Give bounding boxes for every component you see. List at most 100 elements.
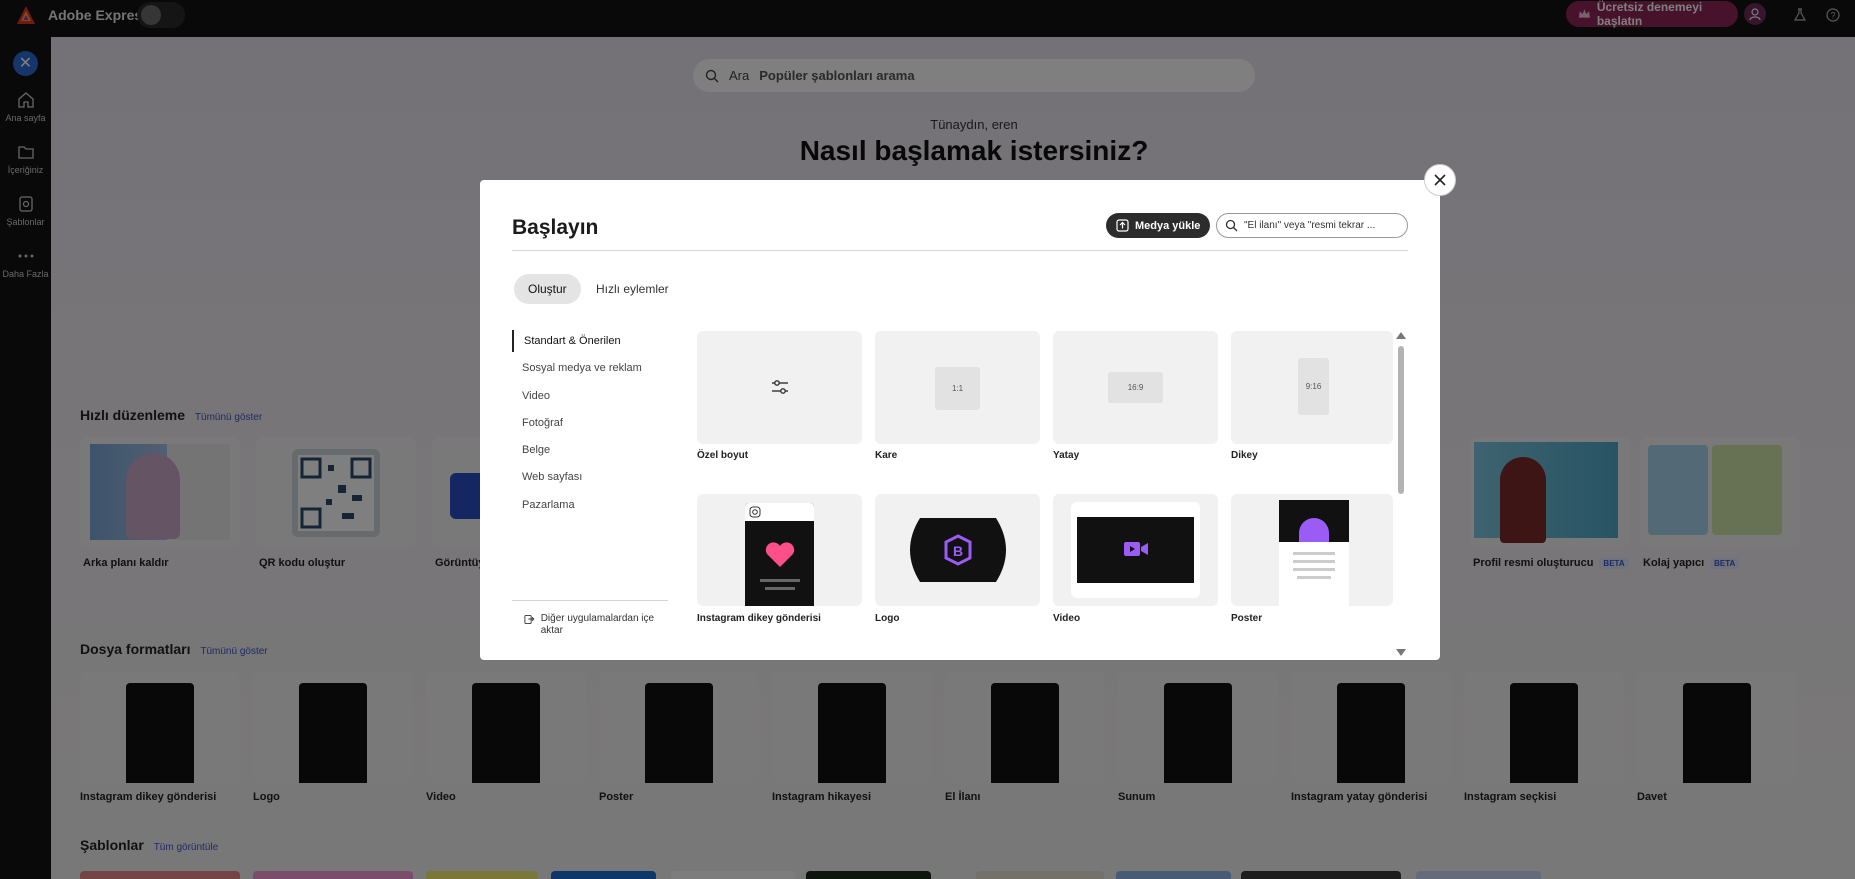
format-preview	[1337, 683, 1405, 783]
logo-badge-icon: B	[910, 518, 1006, 582]
tile-label: Logo	[875, 613, 900, 624]
start-trial-button[interactable]: Ücretsiz denemeyi başlatın	[1566, 0, 1738, 28]
video-tile[interactable]	[1053, 494, 1218, 606]
file-format-card[interactable]	[80, 671, 240, 783]
semicircle-shape	[1299, 518, 1329, 542]
main-search-bar[interactable]: Ara Popüler şablonları arama	[693, 59, 1255, 92]
category-item[interactable]: Fotoğraf	[512, 412, 672, 434]
card-label: Video	[426, 791, 456, 803]
home-icon	[17, 92, 34, 108]
heart-icon	[765, 542, 795, 567]
category-item[interactable]: Standart & Önerilen	[512, 330, 672, 352]
portrait-tile[interactable]: 9:16	[1231, 331, 1393, 444]
status-toggle[interactable]	[137, 2, 185, 28]
template-thumbnail[interactable]	[806, 871, 931, 879]
logo-tile[interactable]: B	[875, 494, 1040, 606]
file-format-card[interactable]	[772, 671, 932, 783]
user-avatar[interactable]	[1744, 3, 1766, 25]
instagram-portrait-post-tile[interactable]	[697, 494, 862, 606]
app-title[interactable]: Adobe Express	[48, 7, 150, 23]
file-formats-title: Dosya formatları Tümünü göster	[80, 641, 268, 657]
file-format-card[interactable]	[1291, 671, 1451, 783]
rail-item-templates[interactable]: Şablonlar	[0, 195, 51, 227]
labs-flask-icon[interactable]	[1789, 4, 1811, 26]
file-format-card[interactable]	[1637, 671, 1797, 783]
quick-edit-see-all-link[interactable]: Tümünü göster	[195, 412, 262, 423]
category-item[interactable]: Sosyal medya ve reklam	[512, 357, 672, 379]
upload-media-button[interactable]: Medya yükle	[1106, 213, 1210, 238]
top-bar: Adobe Express Ücretsiz denemeyi başlatın…	[0, 0, 1855, 37]
category-item[interactable]: Web sayfası	[512, 466, 672, 488]
format-preview	[472, 683, 540, 783]
file-format-card[interactable]	[253, 671, 413, 783]
card-label-text: Kolaj yapıcı	[1643, 557, 1705, 569]
category-item[interactable]: Belge	[512, 439, 672, 461]
file-format-card[interactable]	[945, 671, 1105, 783]
start-trial-label: Ücretsiz denemeyi başlatın	[1596, 0, 1703, 28]
poster-preview	[1279, 500, 1349, 606]
file-format-card[interactable]	[599, 671, 759, 783]
tab-create[interactable]: Oluştur	[514, 274, 581, 304]
square-tile[interactable]: 1:1	[875, 331, 1040, 444]
dialog-scrollbar[interactable]	[1398, 346, 1404, 494]
template-thumbnail[interactable]	[1416, 871, 1541, 879]
file-format-card[interactable]	[1464, 671, 1624, 783]
tile-label: Poster	[1231, 613, 1263, 624]
file-format-card[interactable]	[1118, 671, 1278, 783]
rail-item-content[interactable]: İçeriğiniz	[0, 143, 51, 175]
category-item[interactable]: Pazarlama	[512, 494, 672, 516]
collage-maker-card[interactable]	[1640, 437, 1800, 547]
search-placeholder: Popüler şablonları arama	[759, 68, 915, 83]
card-label: Poster	[599, 791, 634, 803]
templates-see-all-link[interactable]: Tüm görüntüle	[154, 842, 218, 853]
help-icon[interactable]: ?	[1822, 4, 1844, 26]
template-thumbnail[interactable]	[426, 871, 538, 879]
category-item[interactable]: Video	[512, 385, 672, 407]
scroll-down-icon[interactable]	[1396, 649, 1406, 656]
poster-tile[interactable]	[1231, 494, 1393, 606]
custom-size-tile[interactable]	[697, 331, 862, 444]
file-format-card[interactable]	[426, 671, 586, 783]
folder-icon	[17, 146, 34, 159]
card-label: Instagram yatay gönderisi	[1291, 791, 1428, 803]
card-label: Instagram hikayesi	[772, 791, 872, 803]
ratio-16-9: 16:9	[1108, 372, 1163, 403]
template-thumbnail[interactable]	[671, 871, 795, 879]
format-preview	[991, 683, 1059, 783]
template-thumbnail[interactable]	[1241, 871, 1401, 879]
template-thumbnail[interactable]	[80, 871, 240, 879]
import-from-apps-link[interactable]: Diğer uygulamalardan içe aktar	[524, 613, 664, 637]
qr-code-icon	[292, 449, 380, 537]
landscape-tile[interactable]: 16:9	[1053, 331, 1218, 444]
import-from-apps-label: Diğer uygulamalardan içe aktar	[540, 613, 655, 636]
search-prefix: Ara	[729, 68, 750, 83]
scroll-up-icon[interactable]	[1396, 332, 1406, 339]
card-label: QR kodu oluştur	[259, 557, 346, 569]
rail-item-home[interactable]: Ana sayfa	[0, 91, 51, 123]
instagram-icon	[749, 506, 761, 518]
template-thumbnail[interactable]	[551, 871, 656, 879]
dialog-search-placeholder: "El ilanı" veya "resmi tekrar ...	[1244, 220, 1376, 231]
qr-code-card[interactable]	[256, 437, 416, 547]
card-label: Logo	[253, 791, 280, 803]
adobe-express-logo-icon[interactable]	[16, 5, 36, 25]
remove-background-card[interactable]	[80, 437, 240, 547]
svg-text:B: B	[953, 543, 963, 559]
rail-item-label: Daha Fazla	[2, 269, 49, 279]
upload-media-label: Medya yükle	[1135, 219, 1201, 232]
templates-icon	[18, 196, 33, 212]
rail-close-button[interactable]: ✕	[13, 51, 38, 76]
card-label: Arka planı kaldır	[83, 557, 169, 569]
template-thumbnail[interactable]	[1116, 871, 1231, 879]
close-dialog-button[interactable]	[1424, 164, 1456, 196]
text-line	[760, 579, 800, 582]
start-dialog: Başlayın Medya yükle "El ilanı" veya "re…	[480, 180, 1440, 660]
file-formats-see-all-link[interactable]: Tümünü göster	[200, 646, 267, 657]
template-thumbnail[interactable]	[253, 871, 413, 879]
template-thumbnail[interactable]	[976, 871, 1104, 879]
tab-quick-actions[interactable]: Hızlı eylemler	[582, 274, 683, 304]
profile-picture-maker-card[interactable]	[1470, 437, 1630, 547]
dialog-search-input[interactable]: "El ilanı" veya "resmi tekrar ...	[1216, 213, 1408, 238]
rail-item-more[interactable]: Daha Fazla	[0, 247, 51, 279]
svg-text:?: ?	[1830, 11, 1835, 21]
